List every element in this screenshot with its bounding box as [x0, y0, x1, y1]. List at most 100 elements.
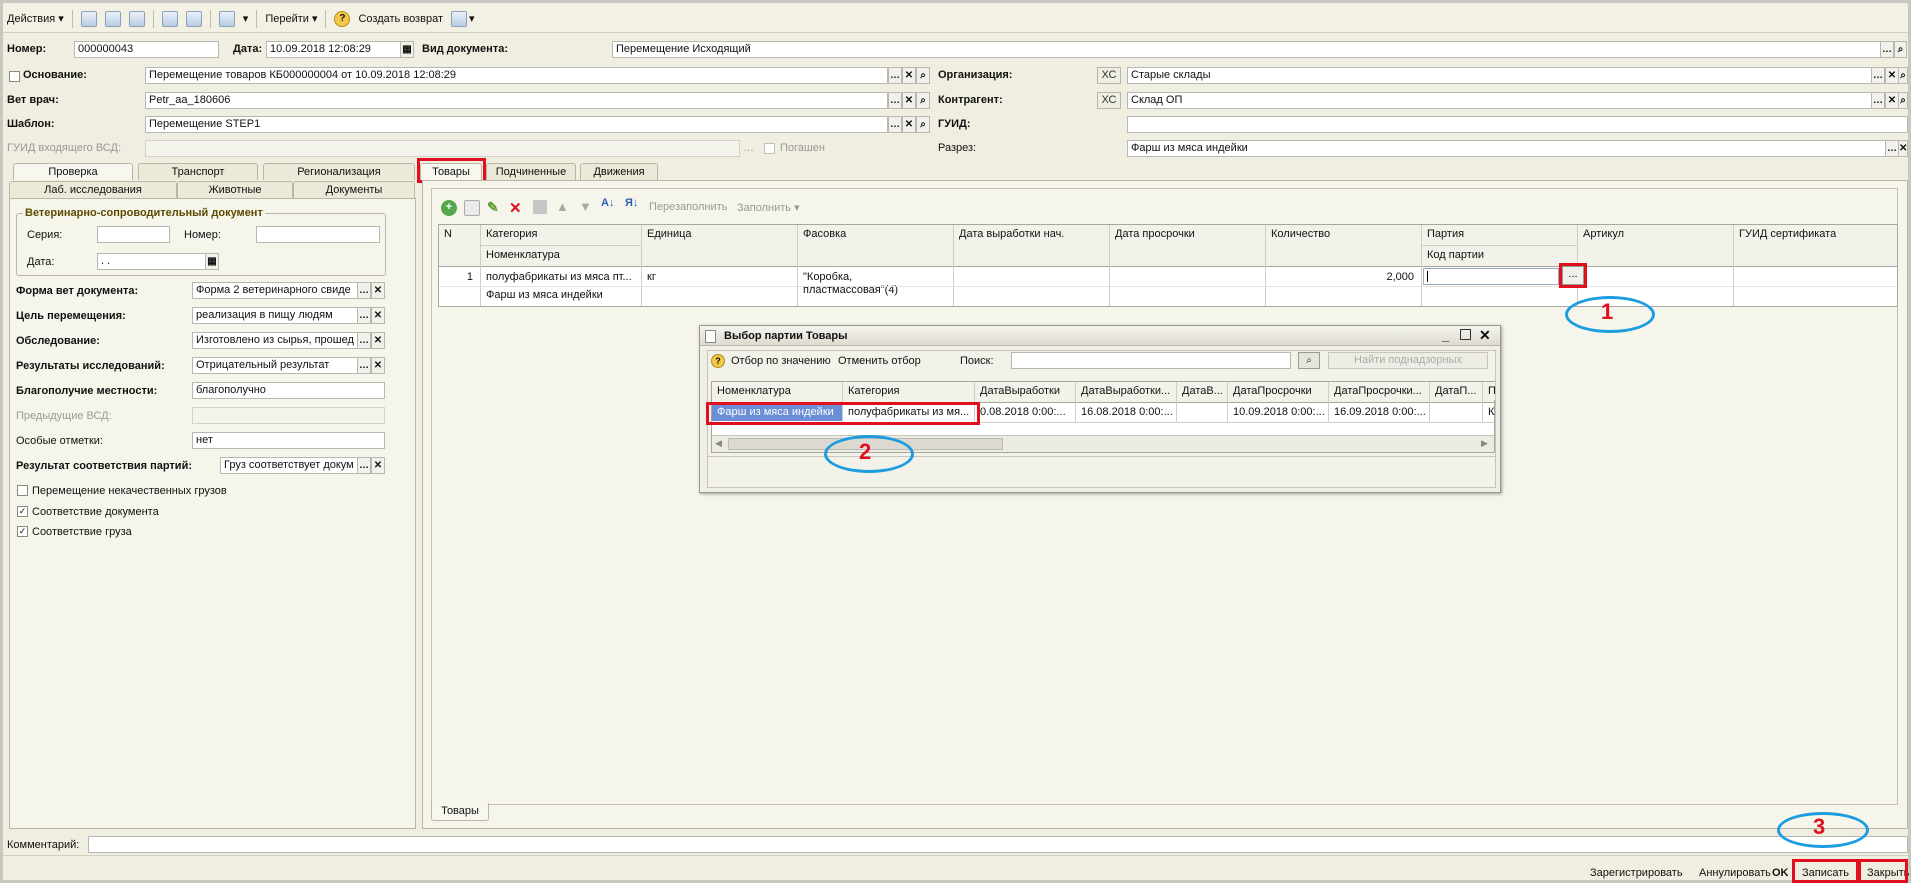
basis-checkbox[interactable] [9, 71, 20, 82]
printer-dropdown[interactable]: ▾ [469, 12, 475, 25]
tab-check[interactable]: Проверка [13, 163, 133, 180]
edit-icon[interactable]: ✎ [487, 199, 499, 216]
copy-icon[interactable] [161, 10, 178, 27]
vet-clear-icon[interactable]: ✕ [902, 92, 916, 109]
exam-field[interactable]: Изготовлено из сырья, прошед [192, 332, 358, 349]
col-category[interactable]: Категория [481, 225, 641, 243]
tab-documents[interactable]: Документы [293, 181, 415, 198]
scroll-left-icon[interactable]: ◀ [715, 438, 722, 449]
dlg-col-proddate2[interactable]: ДатаВыработки... [1076, 382, 1176, 400]
section-select-button[interactable]: … [1885, 140, 1899, 157]
row-unit[interactable]: кг [642, 271, 797, 283]
section-field[interactable]: Фарш из мяса индейки [1127, 140, 1887, 157]
vet-search-icon[interactable]: ⌕ [916, 92, 930, 109]
annul-button[interactable]: Аннулировать [1699, 867, 1771, 879]
tab-regionalization[interactable]: Регионализация [263, 163, 415, 180]
form-select-button[interactable]: … [357, 282, 371, 299]
dlg-col-proddate3[interactable]: ДатаВ... [1177, 382, 1227, 400]
dlg-col-expiry[interactable]: ДатаПросрочки [1228, 382, 1328, 400]
org-field[interactable]: Старые склады [1127, 67, 1873, 84]
col-batch[interactable]: Партия [1422, 225, 1577, 243]
contractor-select-button[interactable]: … [1871, 92, 1885, 109]
exam-select-button[interactable]: … [357, 332, 371, 349]
add-row-icon[interactable]: + [441, 200, 457, 216]
doc-type-search-icon[interactable]: ⌕ [1894, 41, 1907, 58]
tab-lab[interactable]: Лаб. исследования [9, 181, 177, 198]
dialog-close-icon[interactable]: ✕ [1479, 327, 1491, 344]
find-supervised-button[interactable]: Найти поднадзорных [1328, 352, 1488, 369]
add-copy-icon[interactable] [464, 200, 480, 216]
printer-icon[interactable] [450, 10, 467, 27]
dialog-search-input[interactable] [1011, 352, 1291, 369]
delete-icon[interactable]: ✕ [509, 199, 522, 217]
tab-animals[interactable]: Животные [177, 181, 293, 198]
form-field[interactable]: Форма 2 ветеринарного свиде [192, 282, 358, 299]
row-packing[interactable]: "Коробка, пластмассовая"(4) [798, 271, 908, 297]
vet-date-calendar-icon[interactable]: ▦ [205, 253, 219, 270]
dlg-col-expiry2[interactable]: ДатаПросрочки... [1329, 382, 1429, 400]
print-doc-icon[interactable] [185, 10, 202, 27]
contractor-field[interactable]: Склад ОП [1127, 92, 1873, 109]
col-expiry[interactable]: Дата просрочки [1110, 225, 1265, 243]
col-prod-date[interactable]: Дата выработки нач. [954, 225, 1109, 243]
results-clear-icon[interactable]: ✕ [371, 357, 385, 374]
org-search-icon[interactable]: ⌕ [1898, 67, 1908, 84]
dlg-col-category[interactable]: Категория [843, 382, 974, 400]
dlg-col-extra[interactable]: П [1483, 382, 1495, 400]
actions-menu[interactable]: Действия ▾ [7, 12, 64, 26]
minimize-icon[interactable]: _ [1442, 328, 1449, 343]
fill-button[interactable]: Заполнить ▾ [737, 201, 800, 214]
series-field[interactable] [97, 226, 170, 243]
goto-menu[interactable]: Перейти ▾ [265, 12, 317, 26]
save-icon[interactable] [104, 10, 121, 27]
contractor-clear-icon[interactable]: ✕ [1885, 92, 1899, 109]
tab-transport[interactable]: Транспорт [138, 163, 258, 180]
dialog-help-icon[interactable]: ? [711, 354, 725, 368]
dlg-row-expiry[interactable]: 10.09.2018 0:00:... [1228, 403, 1328, 421]
exam-clear-icon[interactable]: ✕ [371, 332, 385, 349]
move-up-icon[interactable]: ▲ [556, 199, 569, 214]
binoculars-icon[interactable]: ⌕ [1298, 352, 1320, 369]
ok-button[interactable]: OK [1772, 867, 1789, 879]
post-icon[interactable] [218, 10, 235, 27]
row-category[interactable]: полуфабрикаты из мяса пт... [481, 271, 641, 283]
filter-by-value-button[interactable]: Отбор по значению [731, 355, 831, 367]
purpose-clear-icon[interactable]: ✕ [371, 307, 385, 324]
scroll-right-icon[interactable]: ▶ [1481, 438, 1488, 449]
section-clear-icon[interactable]: ✕ [1898, 140, 1908, 157]
comment-field[interactable] [88, 836, 1908, 853]
sort-desc-icon[interactable]: Я↓ [625, 197, 638, 209]
back-icon[interactable] [80, 10, 97, 27]
batch-edit-field[interactable] [1423, 268, 1559, 285]
maximize-icon[interactable] [1460, 329, 1471, 340]
guid-field[interactable] [1127, 116, 1908, 133]
col-cert-guid[interactable]: ГУИД сертификата [1734, 225, 1894, 243]
org-prefix[interactable]: ХС [1097, 67, 1121, 84]
template-field[interactable]: Перемещение STEP1 [145, 116, 888, 133]
match-clear-icon[interactable]: ✕ [371, 457, 385, 474]
results-field[interactable]: Отрицательный результат [192, 357, 358, 374]
vet-number-field[interactable] [256, 226, 380, 243]
register-button[interactable]: Зарегистрировать [1590, 867, 1683, 879]
col-n[interactable]: N [439, 225, 479, 243]
col-quantity[interactable]: Количество [1266, 225, 1421, 243]
dlg-col-nomenclature[interactable]: Номенклатура [712, 382, 842, 400]
vet-date-field[interactable]: . . [97, 253, 206, 270]
col-batch-code[interactable]: Код партии [1422, 246, 1577, 264]
col-article[interactable]: Артикул [1578, 225, 1733, 243]
match-field[interactable]: Груз соответствует докум [220, 457, 358, 474]
refresh-icon[interactable] [128, 10, 145, 27]
dlg-col-proddate[interactable]: ДатаВыработки [975, 382, 1075, 400]
bottom-tab-goods[interactable]: Товары [431, 803, 489, 821]
bad-goods-checkbox[interactable] [17, 485, 28, 496]
sort-asc-icon[interactable]: A↓ [601, 197, 614, 209]
post-dropdown[interactable]: ▾ [243, 12, 249, 25]
basis-field[interactable]: Перемещение товаров КБ000000004 от 10.09… [145, 67, 888, 84]
col-nomenclature[interactable]: Номенклатура [481, 246, 641, 264]
doc-match-checkbox[interactable]: ✓ [17, 506, 28, 517]
dlg-row-extra[interactable]: К [1483, 403, 1495, 421]
basis-select-button[interactable]: … [888, 67, 902, 84]
dlg-row-proddate[interactable]: 0.08.2018 0:00:... [975, 403, 1075, 421]
end-edit-icon[interactable] [533, 200, 547, 214]
notes-field[interactable]: нет [192, 432, 385, 449]
